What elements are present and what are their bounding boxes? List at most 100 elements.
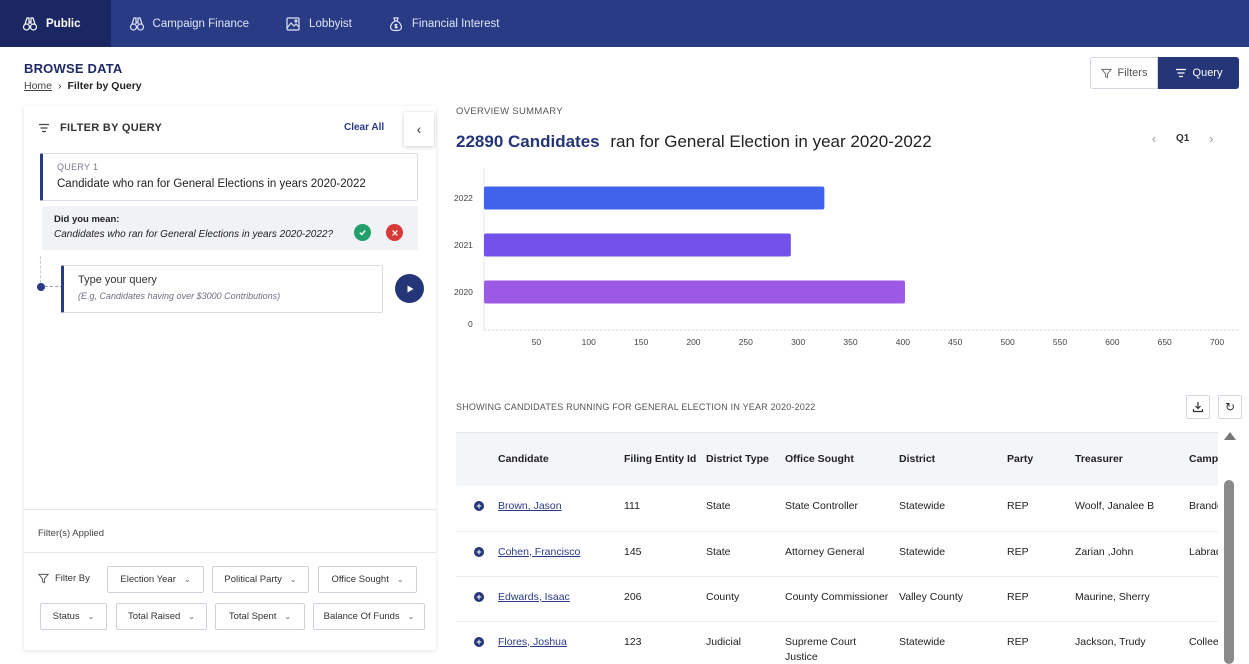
page-title: BROWSE DATA (24, 61, 123, 76)
clear-all-link[interactable]: Clear All (344, 122, 384, 133)
x-tick-label: 500 (1001, 337, 1015, 347)
panel-title: FILTER BY QUERY (60, 122, 163, 134)
table-cell: REP (1007, 545, 1029, 558)
column-header[interactable]: Office Sought (781, 433, 895, 486)
expand-row-plus-icon[interactable]: + (474, 501, 484, 511)
bar-2020 (484, 280, 905, 304)
breadcrumb: Home › Filter by Query (24, 80, 142, 92)
nav-item-label: Lobbyist (309, 17, 352, 30)
filters-applied-label: Filter(s) Applied (38, 528, 104, 539)
nav-item-financial-interest[interactable]: Financial Interest (370, 0, 518, 47)
nav-item-label: Campaign Finance (152, 17, 250, 30)
query-input[interactable]: Type your query (E.g, Candidates having … (61, 265, 383, 313)
x-tick-label: 600 (1105, 337, 1119, 347)
filters-button[interactable]: Filters (1090, 57, 1158, 89)
filter-by-text: Filter By (55, 573, 90, 584)
chevron-down-icon: ⌄ (183, 575, 191, 584)
candidate-link[interactable]: Edwards, Isaac (498, 591, 570, 603)
column-header[interactable]: District (895, 433, 1003, 486)
column-header[interactable]: Candidate (494, 433, 620, 486)
table-cell: Woolf, Janalee B (1075, 500, 1155, 512)
sort-lines-icon (1175, 68, 1186, 78)
table-cell: County Commissioner (785, 590, 889, 603)
submit-query-button[interactable] (395, 274, 424, 303)
breadcrumb-home-link[interactable]: Home (24, 80, 52, 92)
accept-suggestion-button[interactable] (354, 224, 371, 241)
overview-title-rest: ran for General Election in year 2020-20… (610, 132, 932, 151)
nav-item-campaign-finance[interactable]: Campaign Finance (111, 0, 268, 47)
chevron-down-icon: ⌄ (396, 575, 404, 584)
chevron-down-icon: ⌄ (188, 612, 195, 621)
collapse-panel-button[interactable]: ‹ (404, 112, 434, 146)
column-header[interactable]: Party (1003, 433, 1071, 486)
x-tick-label: 450 (948, 337, 962, 347)
table-caption: SHOWING CANDIDATES RUNNING FOR GENERAL E… (456, 402, 816, 412)
table-cell: Judicial (706, 635, 742, 648)
y-tick-label: 2020 (454, 287, 473, 297)
table-cell: REP (1007, 590, 1029, 603)
table-cell: 206 (624, 590, 642, 603)
expand-row-plus-icon[interactable]: + (474, 546, 484, 557)
scrollbar-thumb[interactable] (1224, 480, 1234, 664)
chevron-down-icon: ⌄ (289, 575, 297, 584)
query-button-label: Query (1192, 67, 1223, 79)
quarter-label: Q1 (1176, 133, 1190, 144)
chevron-right-icon[interactable]: › (1203, 131, 1219, 146)
table-header-row: Candidate Filing Entity Id District Type… (456, 433, 1218, 486)
refresh-icon: ↻ (1224, 400, 1236, 414)
filter-chip-label: Total Spent (228, 611, 277, 622)
filter-election-year[interactable]: Election Year ⌄ (107, 566, 204, 593)
breadcrumb-current: Filter by Query (67, 80, 142, 92)
filter-political-party[interactable]: Political Party ⌄ (212, 566, 309, 593)
column-header[interactable]: Campaign (1185, 433, 1218, 486)
nav-item-label: Public (46, 17, 81, 30)
timeline-dot (37, 283, 45, 291)
column-header[interactable]: District Type (702, 433, 781, 486)
table-cell: Zarian ,John (1075, 545, 1134, 558)
filter-total-spent[interactable]: Total Spent ⌄ (215, 603, 305, 630)
filter-office-sought[interactable]: Office Sought ⌄ (318, 566, 417, 593)
table-scrollbar[interactable] (1222, 432, 1236, 664)
table-cell: Statewide (899, 635, 946, 648)
table-cell: REP (1007, 635, 1029, 648)
binoculars-icon (22, 16, 38, 31)
table-cell: County (706, 590, 740, 603)
expand-row-plus-icon[interactable]: + (474, 636, 484, 647)
play-icon (407, 285, 413, 292)
y-tick-label: 2022 (454, 193, 473, 203)
download-icon (1192, 402, 1204, 413)
table-row: + Brown, Jason 111 State State Controlle… (456, 486, 1218, 531)
top-nav: Public Campaign Finance Lobbyist Financi… (0, 0, 1249, 47)
refresh-button[interactable]: ↻ (1218, 395, 1242, 419)
query-card[interactable]: QUERY 1 Candidate who ran for General El… (40, 153, 418, 201)
download-button[interactable] (1186, 395, 1210, 419)
filter-total-raised[interactable]: Total Raised ⌄ (116, 603, 207, 630)
table-row: + Flores, Joshua 123 Judicial Supreme Co… (456, 621, 1218, 664)
nav-item-lobbyist[interactable]: Lobbyist (267, 0, 370, 47)
sort-lines-icon (39, 123, 49, 133)
query-button[interactable]: Query (1158, 57, 1239, 89)
chevron-down-icon: ⌄ (407, 612, 415, 621)
filter-status[interactable]: Status ⌄ (40, 603, 107, 630)
binoculars-icon (129, 16, 144, 31)
reject-suggestion-button[interactable] (386, 224, 403, 241)
x-tick-label: 550 (1053, 337, 1067, 347)
scroll-up-arrow-icon[interactable] (1224, 432, 1236, 440)
candidate-link[interactable]: Brown, Jason (498, 500, 562, 512)
table-cell: 111 (624, 500, 640, 512)
election-year-bar-chart: 2022 2021 2020 0 50 100 150 200 250 300 350 400 450 5… (454, 168, 1238, 347)
nav-item-public[interactable]: Public (0, 0, 111, 47)
funnel-icon (38, 573, 49, 584)
candidate-link[interactable]: Flores, Joshua (498, 636, 567, 648)
column-header[interactable]: Filing Entity Id (620, 433, 702, 486)
filter-chip-label: Total Raised (128, 611, 181, 622)
candidate-link[interactable]: Cohen, Francisco (498, 546, 580, 558)
table-cell: State Controller (785, 500, 858, 512)
filter-balance-of-funds[interactable]: Balance Of Funds ⌄ (313, 603, 425, 630)
chevron-left-icon[interactable]: ‹ (1146, 131, 1162, 146)
table-cell: Maurine, Sherry (1075, 590, 1150, 603)
column-header[interactable]: Treasurer (1071, 433, 1185, 486)
expand-row-plus-icon[interactable]: + (474, 591, 484, 602)
table-cell: Brandon State C (1189, 500, 1218, 512)
candidate-count: 22890 Candidates (456, 132, 600, 151)
